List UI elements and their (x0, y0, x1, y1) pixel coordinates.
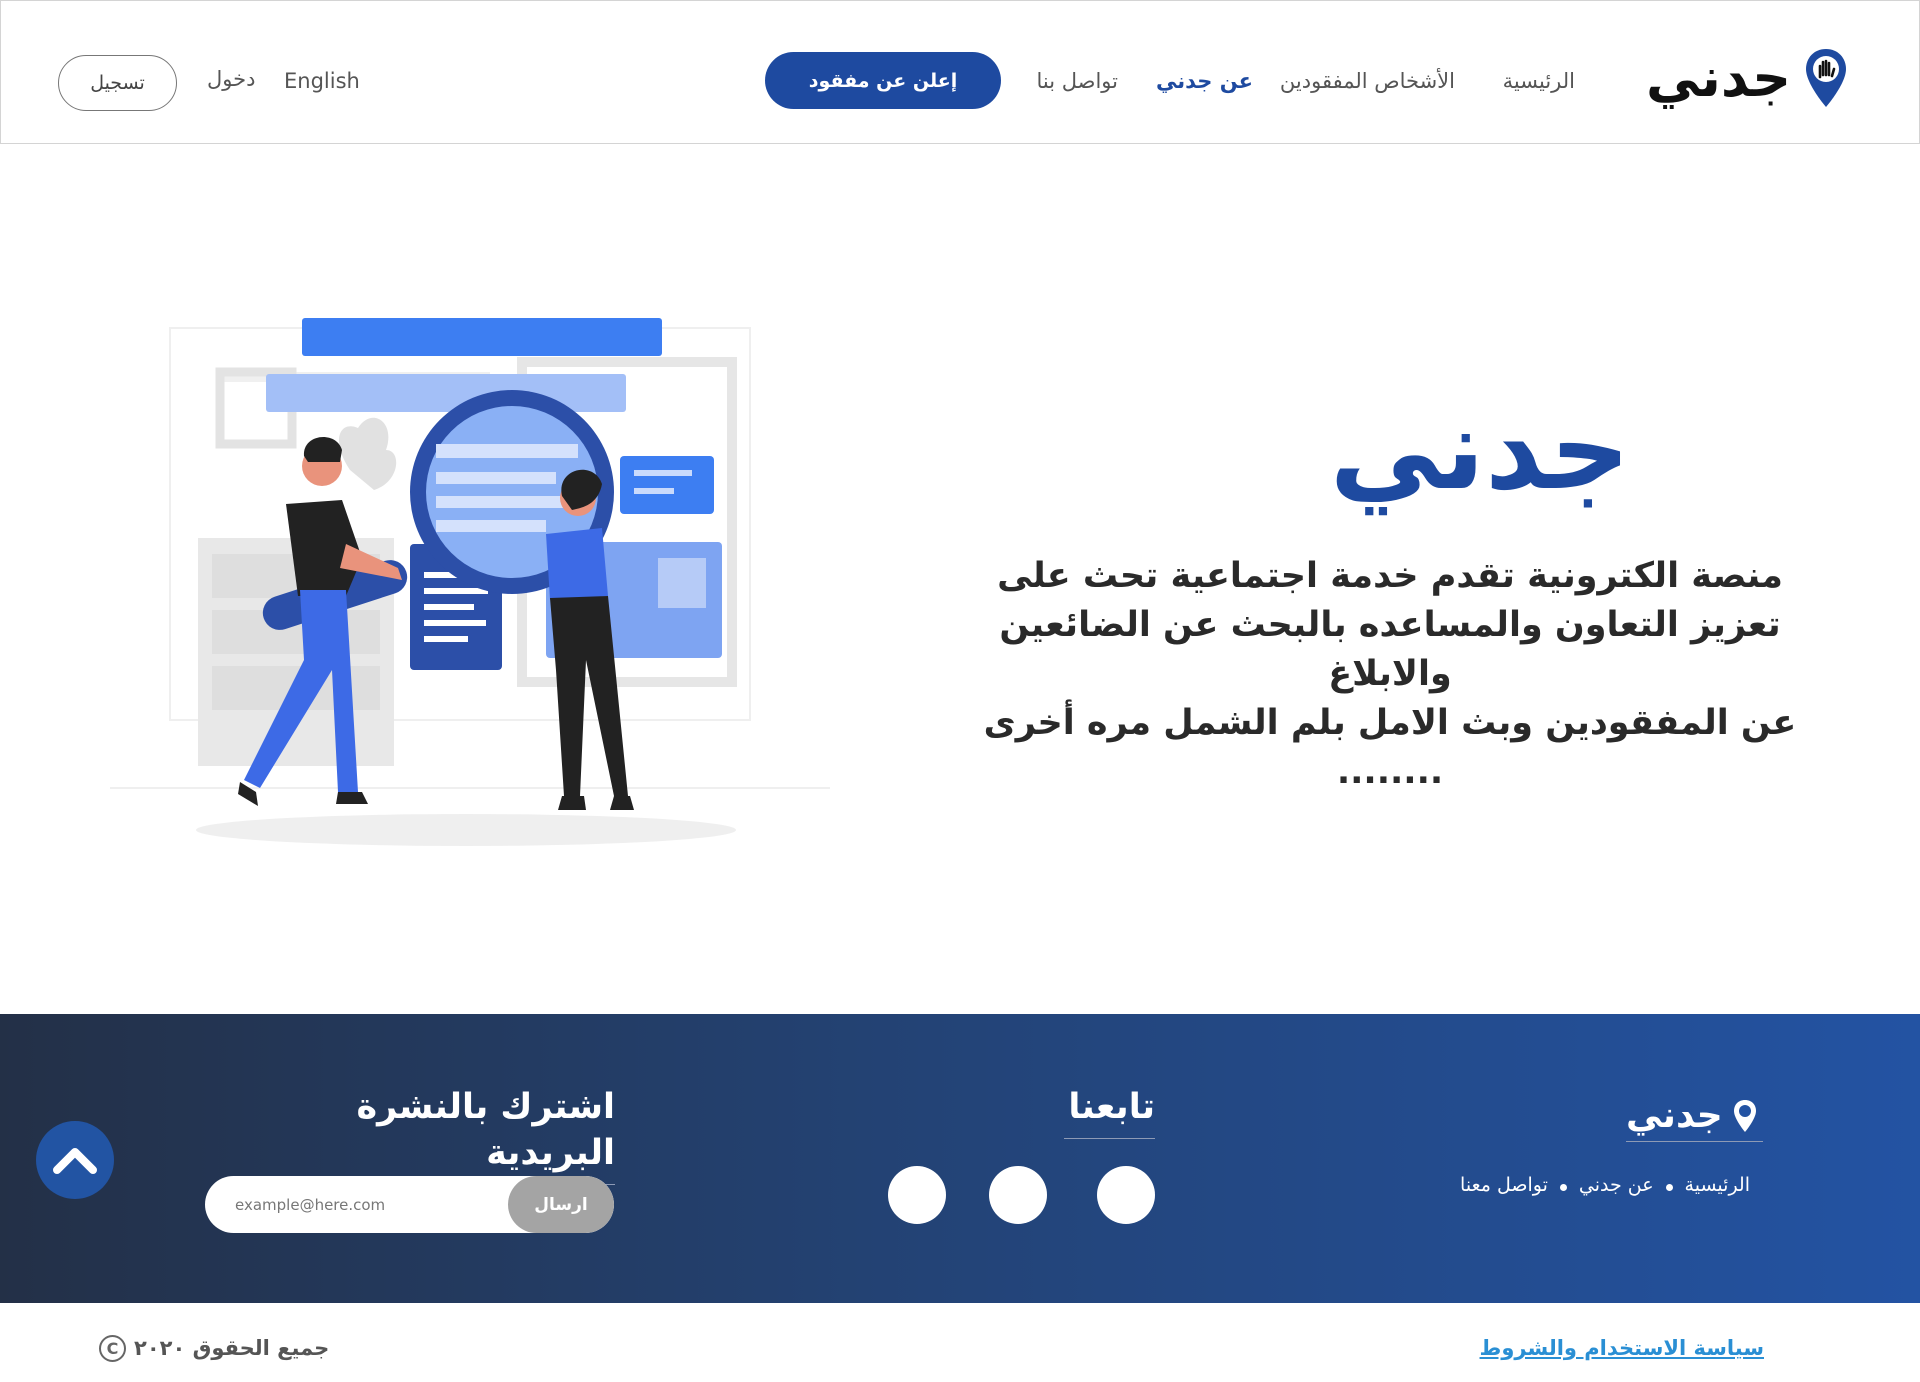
footer-link-contact[interactable]: تواصل معنا (1460, 1174, 1548, 1196)
nav-contact[interactable]: تواصل بنا (1036, 67, 1118, 95)
location-pin-icon (1806, 49, 1846, 107)
site-header: جدني الرئيسية الأشخاص المفقودين عن جدني … (0, 0, 1920, 144)
copyright-notice: C جميع الحقوق ٢٠٢٠ (99, 1332, 329, 1364)
separator-dot (1559, 1184, 1567, 1191)
social-icon[interactable] (989, 1166, 1047, 1224)
hero-description-line: عن المفقودين وبث الامل بلم الشمل مره أخر… (983, 703, 1797, 743)
nav-missing-people[interactable]: الأشخاص المفقودين (1280, 67, 1455, 95)
site-footer: اشترك بالنشرة البريدية ارسال تابعنا جدني… (0, 1014, 1920, 1303)
report-missing-button[interactable]: إعلن عن مفقود (765, 52, 1001, 109)
copyright-text: جميع الحقوق ٢٠٢٠ (134, 1336, 330, 1360)
hero-description-line: منصة الكترونية تقدم خدمة اجتماعية تحث عل… (997, 556, 1783, 596)
scroll-to-top-button[interactable] (36, 1121, 114, 1199)
logo-text: جدني (1645, 46, 1791, 109)
footer-logo[interactable]: جدني (1626, 1090, 1763, 1142)
social-icon[interactable] (888, 1166, 946, 1224)
newsletter-email-input[interactable] (205, 1176, 515, 1233)
copyright-icon: C (99, 1334, 126, 1362)
hero-description: منصة الكترونية تقدم خدمة اجتماعية تحث عل… (955, 552, 1825, 797)
newsletter-title: اشترك بالنشرة البريدية (284, 1084, 615, 1185)
language-switch[interactable]: English (284, 67, 360, 95)
hero-description-line: تعزيز التعاون والمساعده بالبحث عن الضائع… (999, 605, 1781, 694)
hero-description-line: ........ (1336, 752, 1444, 792)
nav-about[interactable]: عن جدني (1156, 67, 1253, 95)
hero-illustration (110, 318, 830, 846)
follow-us-title: تابعنا (1064, 1084, 1155, 1139)
register-button[interactable]: تسجيل (58, 55, 177, 111)
separator-dot (1665, 1184, 1673, 1191)
footer-logo-text: جدني (1626, 1094, 1723, 1136)
footer-links: الرئيسية عن جدني تواصل معنا (1460, 1174, 1750, 1196)
newsletter-send-button[interactable]: ارسال (508, 1176, 614, 1233)
login-link[interactable]: دخول (207, 65, 255, 93)
chevron-up-icon (53, 1148, 97, 1174)
hero-title: جدني (1329, 385, 1631, 515)
site-logo[interactable]: جدني (1646, 43, 1849, 113)
location-pin-icon (1733, 1099, 1756, 1132)
footer-link-home[interactable]: الرئيسية (1685, 1174, 1750, 1196)
social-icon[interactable] (1097, 1166, 1155, 1224)
terms-link[interactable]: سياسة الاستخدام والشروط (1480, 1333, 1764, 1363)
nav-home[interactable]: الرئيسية (1503, 67, 1575, 95)
newsletter-form: ارسال (205, 1176, 614, 1233)
footer-link-about[interactable]: عن جدني (1579, 1174, 1654, 1196)
